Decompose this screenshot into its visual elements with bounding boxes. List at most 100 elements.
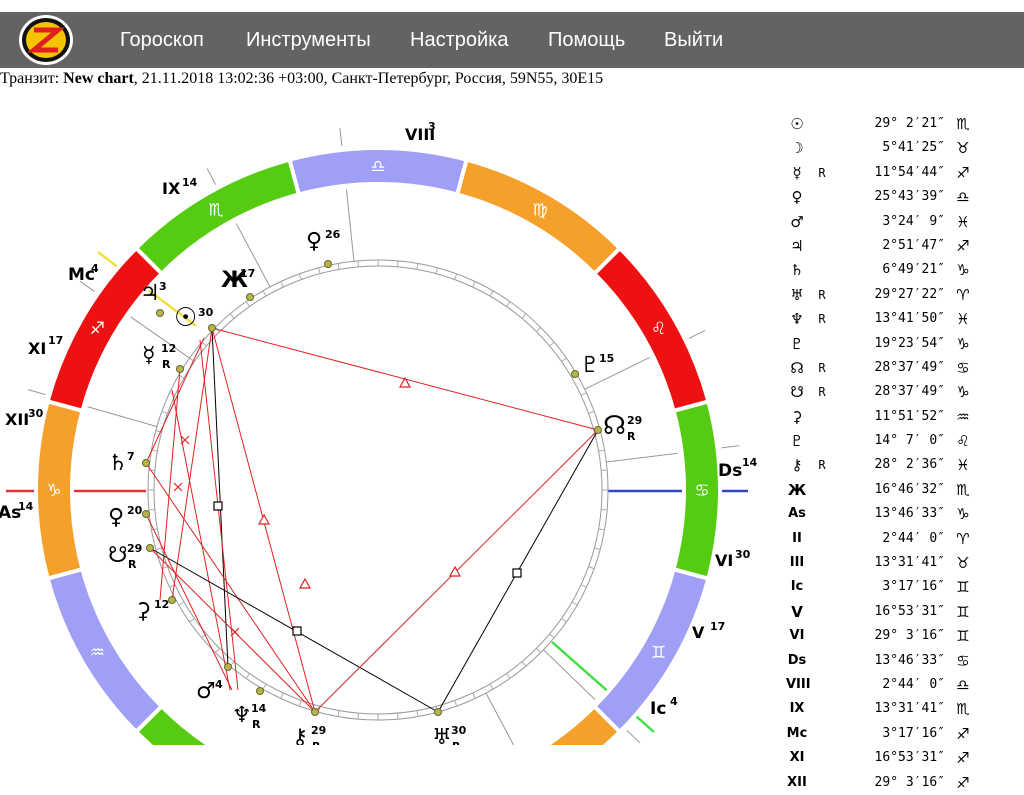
wheel-planet-saturn[interactable]: ♄ 7 [108, 450, 135, 476]
position-degrees: 13°41′50″ [874, 311, 945, 327]
planet-dot-ceres [168, 596, 176, 604]
position-degrees: 28° 2′36″ [874, 457, 945, 473]
square-marker [512, 568, 522, 578]
planet-degree-chiron: 29 [311, 724, 326, 737]
degree-tick [472, 692, 476, 699]
dsc-label: Ds [718, 461, 742, 481]
position-sign: ♓ [956, 456, 970, 475]
degree-tick [489, 683, 494, 690]
nav-help[interactable]: Помощь [548, 12, 625, 68]
planet-dot-uranus [434, 708, 442, 716]
position-sign: ♐ [956, 773, 970, 792]
planet-retro-north-node: R [627, 430, 636, 443]
house-cusp-line [87, 406, 158, 428]
wheel-planet-uranus[interactable]: ♅30 R [432, 724, 467, 745]
natal-chart-wheel[interactable]: ♈♉♊♋♌♍♎♏♐♑♒♓ As 14 Ds 14 Mc 4 Ic 4 VIII … [0, 100, 780, 745]
wheel-planet-mars[interactable]: ♂ 4 [196, 678, 223, 704]
zodiac-ring: ♈♉♊♋♌♍♎♏♐♑♒♓ [34, 146, 722, 745]
degree-tick [416, 263, 419, 270]
degree-tick [262, 683, 267, 690]
house-cusp-tick [626, 729, 641, 744]
planet-degree-vertex: 17 [240, 267, 255, 280]
position-degrees: 29° 2′21″ [874, 116, 945, 131]
wheel-planet-proserpina[interactable]: ♇ 15 [580, 352, 614, 378]
wheel-planet-north-node[interactable]: ☊ 29 R [603, 411, 642, 443]
degree-tick [337, 710, 340, 717]
position-degrees: 29° 3′16″ [874, 628, 945, 644]
position-glyph: ♆ [790, 310, 804, 329]
planet-retro-chiron: R [312, 740, 321, 745]
nav-horoscope[interactable]: Гороскоп [120, 12, 204, 68]
position-degrees: 2°51′47″ [882, 237, 945, 253]
position-row: ☉ 29° 2′21″ ♏ [786, 112, 1020, 136]
wheel-planet-chiron[interactable]: ⚷29 R [292, 724, 326, 745]
planet-glyph-neptune: ♆ [232, 703, 252, 728]
degree-tick [416, 710, 419, 717]
planet-positions-table: ☉ 29° 2′21″ ♏ ☽ 5°41′25″ ♉ ☿ R 11°54′44″ ♐ ♀ 25°43′… [786, 112, 1020, 795]
position-row: As 13°46′33″ ♑ [786, 502, 1020, 526]
position-sign: ♈ [956, 285, 970, 304]
site-logo[interactable]: S [18, 14, 74, 66]
position-glyph: ☉ [790, 115, 804, 133]
planet-dot-jupiter [156, 309, 164, 317]
wheel-planet-ceres[interactable]: ⚳ 12 [135, 598, 169, 624]
position-sign: ♋ [956, 358, 970, 377]
chart-info-line: Транзит: New chart, 21.11.2018 13:02:36 … [0, 70, 603, 88]
position-degrees: 11°54′44″ [874, 164, 945, 180]
position-glyph: V [791, 602, 803, 621]
degree-tick [337, 263, 340, 270]
degree-tick [148, 509, 155, 511]
wheel-planet-south-node[interactable]: ☋ 29 R [108, 542, 142, 571]
position-sign: ♑ [956, 383, 970, 402]
wheel-planet-sun[interactable]: ☉ 30 [174, 303, 214, 333]
nav-logout[interactable]: Выйти [664, 12, 723, 68]
house-degree-xii: 30 [28, 407, 44, 420]
position-degrees: 13°46′33″ [874, 652, 945, 668]
sign-glyph-gemini: ♊ [651, 643, 666, 663]
planet-glyph-proserpina: ♇ [580, 353, 600, 378]
planet-glyph-pluto: ♀ [108, 505, 124, 530]
position-sign: ♐ [956, 163, 970, 182]
position-sign: ♑ [956, 334, 970, 353]
wheel-planet-neptune[interactable]: ♆ 14 R [232, 702, 267, 731]
house-label-xi: XI [28, 339, 46, 358]
sign-glyph-aquarius: ♒ [90, 643, 105, 663]
nav-settings[interactable]: Настройка [410, 12, 508, 68]
degree-tick [588, 410, 595, 414]
position-row: VI 29° 3′16″ ♊ [786, 624, 1020, 648]
degree-tick [357, 713, 359, 720]
position-sign: ♊ [956, 627, 970, 646]
wheel-planet-vertex[interactable]: Ж17 [221, 267, 255, 293]
position-glyph: III [789, 555, 805, 571]
planet-glyph-venus: ♀ [306, 229, 322, 254]
nav-tools[interactable]: Инструменты [246, 12, 371, 68]
position-glyph: ♀ [791, 188, 803, 207]
wheel-planet-pluto[interactable]: ♀ 20 [108, 504, 143, 530]
degree-tick [549, 633, 555, 639]
square-marker [292, 626, 302, 636]
degree-tick [298, 700, 302, 707]
degree-tick [506, 301, 511, 307]
degree-tick [598, 528, 605, 531]
chart-name[interactable]: New chart [63, 70, 134, 87]
degree-tick [594, 547, 601, 551]
position-glyph: ⚷ [791, 456, 803, 475]
position-retro: R [818, 458, 826, 473]
house-degree-ix: 14 [182, 176, 198, 189]
position-row: ⚳ 11°51′52″ ♒ [786, 405, 1020, 429]
house-cusp-tick [339, 127, 343, 146]
position-glyph: IX [789, 701, 805, 717]
house-label-v: V [692, 623, 705, 642]
position-row: ☿ R 11°54′44″ ♐ [786, 161, 1020, 185]
position-row: V 16°53′31″ ♊ [786, 600, 1020, 624]
wheel-planet-mercury[interactable]: ☿ 12 R [142, 342, 176, 371]
wheel-planet-venus[interactable]: ♀ 26 [306, 228, 341, 254]
degree-tick [245, 301, 250, 307]
degree-tick [280, 281, 284, 288]
house-cusp-tick [688, 329, 706, 339]
planet-glyph-saturn: ♄ [108, 451, 128, 476]
position-row: Ж 16°46′32″ ♏ [786, 478, 1020, 502]
house-degree-v: 17 [710, 620, 725, 633]
info-prefix: Транзит: [0, 70, 64, 87]
sign-segment-pisces [133, 703, 213, 745]
